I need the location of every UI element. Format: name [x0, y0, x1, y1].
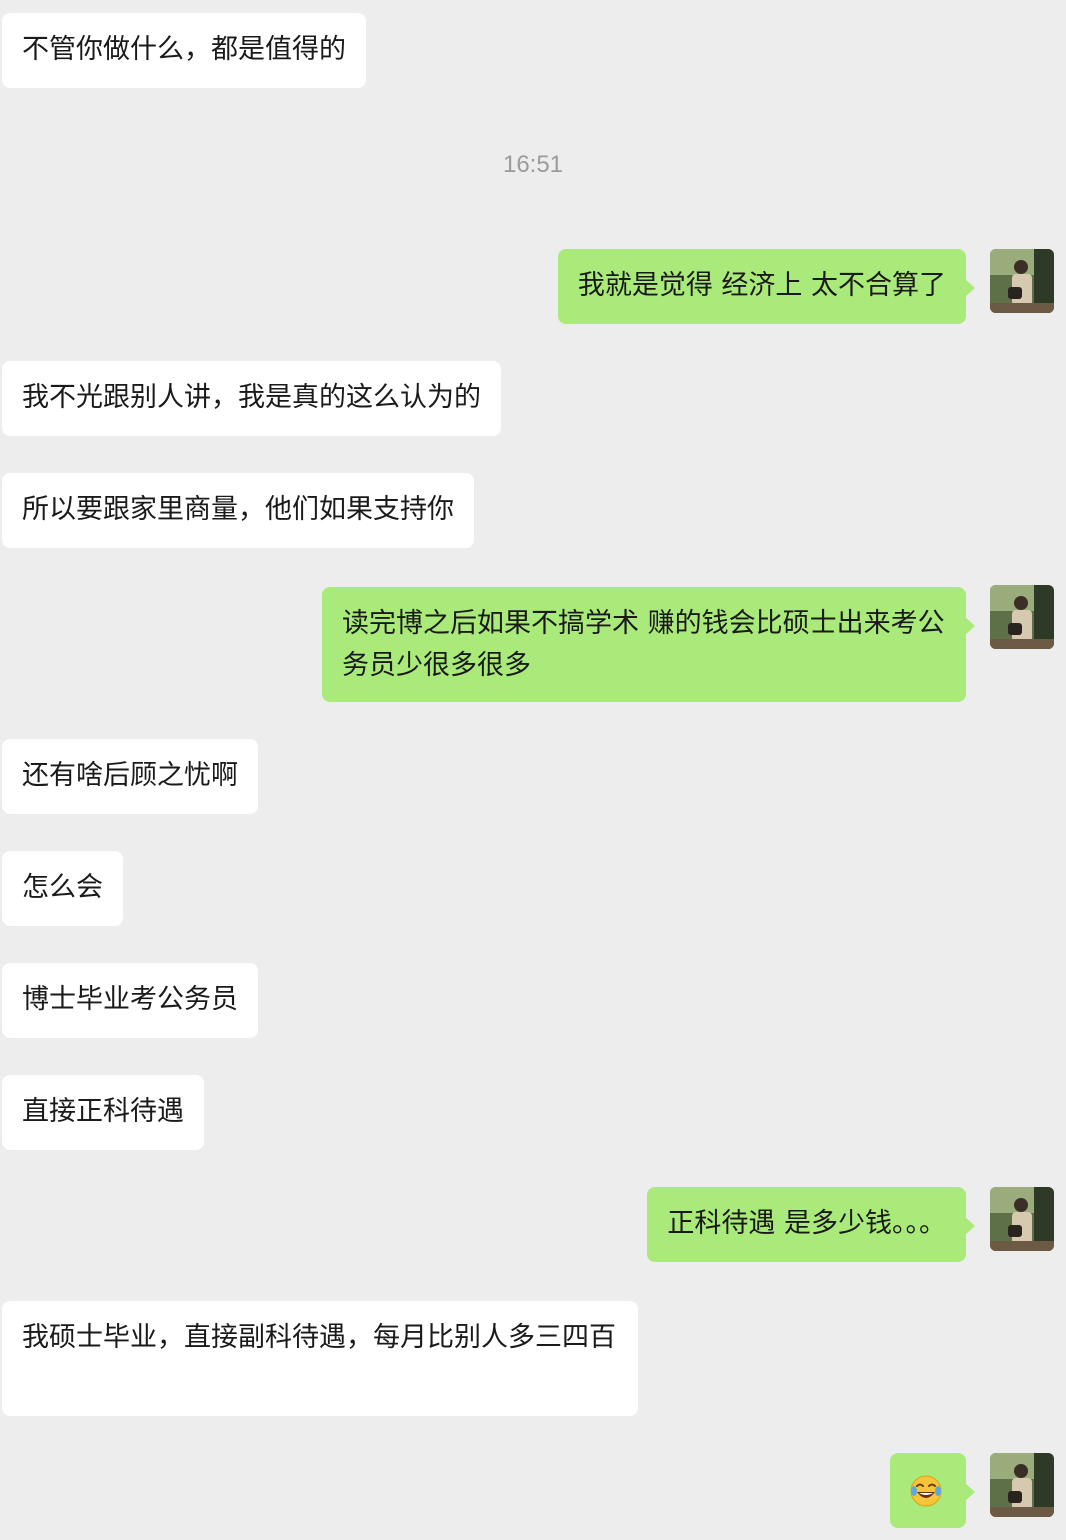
avatar[interactable]	[990, 249, 1054, 313]
message-text: 怎么会	[22, 872, 103, 903]
message-bubble-incoming[interactable]: 我不光跟别人讲，我是真的这么认为的	[2, 361, 501, 436]
avatar-photo-icon	[990, 1187, 1054, 1251]
laughing-tears-emoji-icon	[910, 1475, 942, 1506]
message-text: 我硕士毕业，直接副科待遇，每月比别人多三四百	[22, 1322, 616, 1353]
message-text: 读完博之后如果不搞学术 赚的钱会比硕士出来考公务员少很多很多	[342, 608, 945, 681]
message-text: 不管你做什么，都是值得的	[22, 34, 346, 65]
message-text: 所以要跟家里商量，他们如果支持你	[22, 494, 454, 525]
avatar-photo-icon	[990, 1453, 1054, 1517]
avatar-photo-icon	[990, 249, 1054, 313]
avatar[interactable]	[990, 585, 1054, 649]
message-text: 我就是觉得 经济上 太不合算了	[577, 270, 946, 301]
message-text: 博士毕业考公务员	[22, 984, 238, 1015]
message-bubble-incoming[interactable]: 不管你做什么，都是值得的	[2, 13, 366, 88]
timestamp: 16:51	[502, 151, 564, 178]
message-bubble-outgoing[interactable]: 我就是觉得 经济上 太不合算了	[557, 249, 976, 324]
message-text: 我不光跟别人讲，我是真的这么认为的	[22, 382, 481, 413]
avatar-photo-icon	[990, 585, 1054, 649]
message-text: 还有啥后顾之忧啊	[22, 760, 238, 791]
message-bubble-incoming[interactable]: 怎么会	[2, 851, 123, 926]
message-bubble-incoming[interactable]: 我硕士毕业，直接副科待遇，每月比别人多三四百	[2, 1301, 638, 1416]
message-bubble-outgoing[interactable]: 正科待遇 是多少钱。。。	[647, 1187, 975, 1262]
message-bubble-outgoing[interactable]	[890, 1453, 975, 1528]
chat-window: 不管你做什么，都是值得的 16:51 我就是觉得 经济上 太不合算了 我不光跟别…	[0, 0, 1066, 1540]
message-bubble-incoming[interactable]: 所以要跟家里商量，他们如果支持你	[2, 473, 474, 548]
avatar[interactable]	[990, 1187, 1054, 1251]
avatar[interactable]	[990, 1453, 1054, 1517]
message-bubble-incoming[interactable]: 还有啥后顾之忧啊	[2, 739, 258, 814]
message-text: 直接正科待遇	[22, 1096, 184, 1127]
message-text: 正科待遇 是多少钱。。。	[667, 1208, 946, 1239]
message-bubble-incoming[interactable]: 直接正科待遇	[2, 1075, 204, 1150]
message-bubble-incoming[interactable]: 博士毕业考公务员	[2, 963, 258, 1038]
message-bubble-outgoing[interactable]: 读完博之后如果不搞学术 赚的钱会比硕士出来考公务员少很多很多	[322, 587, 975, 702]
